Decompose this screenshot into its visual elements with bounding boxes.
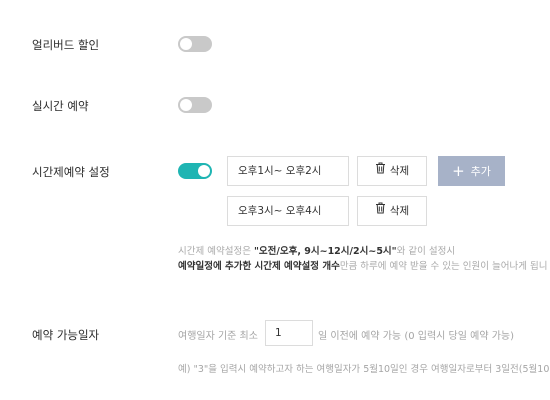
timeslot-note-1: 시간제 예약설정은 "오전/오후, 9시~12시/2시~5시"와 같이 설정시: [178, 243, 455, 257]
timeslot-input-2[interactable]: 오후3시~ 오후4시: [227, 196, 349, 226]
early-bird-toggle[interactable]: [178, 36, 212, 52]
delete-label: 삭제: [389, 165, 410, 177]
timeslot-label: 시간제예약 설정: [32, 165, 110, 179]
available-days-suffix: 일 이전에 예약 가능 (0 입력시 당일 예약 가능): [318, 331, 514, 342]
timeslot-note-2: 예약일정에 추가한 시간제 예약설정 개수만큼 하루에 예약 받을 수 있는 인…: [178, 258, 548, 272]
realtime-toggle[interactable]: [178, 97, 212, 113]
early-bird-label: 얼리버드 할인: [32, 38, 100, 52]
available-days-example: 예) "3"을 입력시 예약하고자 하는 여행일자가 5월10일인 경우 여행일…: [178, 364, 550, 375]
add-label: 추가: [470, 165, 491, 178]
realtime-label: 실시간 예약: [32, 99, 89, 113]
note-highlight: 예약일정에 추가한 시간제 예약설정 개수: [178, 261, 340, 272]
timeslot-input-1[interactable]: 오후1시~ 오후2시: [227, 156, 349, 186]
delete-slot-button-1[interactable]: 삭제: [357, 156, 427, 186]
delete-slot-button-2[interactable]: 삭제: [357, 196, 427, 226]
add-slot-button[interactable]: + 추가: [438, 156, 505, 186]
toggle-knob: [198, 165, 210, 177]
toggle-knob: [180, 99, 192, 111]
toggle-knob: [180, 38, 192, 50]
delete-label: 삭제: [389, 205, 410, 217]
min-days-input[interactable]: 1: [265, 320, 313, 346]
note-highlight: "오전/오후, 9시~12시/2시~5시": [253, 246, 397, 257]
available-days-prefix: 여행일자 기준 최소: [178, 331, 258, 342]
plus-icon: +: [452, 162, 465, 180]
note-text: 만큼 하루에 예약 받을 수 있는 인원이 늘어나게 됩니: [339, 261, 548, 272]
timeslot-toggle[interactable]: [178, 163, 212, 179]
available-days-label: 예약 가능일자: [32, 328, 100, 342]
note-text: 와 같이 설정시: [396, 246, 456, 257]
note-text: 시간제 예약설정은: [178, 246, 254, 257]
trash-icon: [375, 157, 386, 185]
trash-icon: [375, 197, 386, 225]
